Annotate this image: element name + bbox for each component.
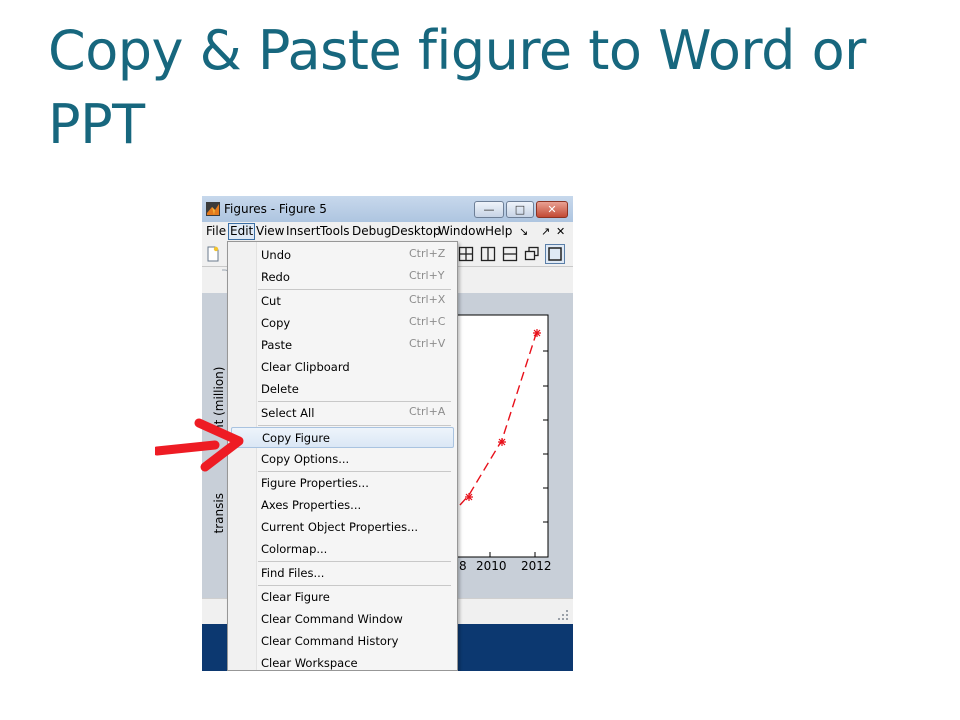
window-title: Figures - Figure 5 bbox=[224, 202, 327, 216]
menu-item-label: Current Object Properties... bbox=[261, 520, 419, 534]
menu-desktop[interactable]: Desktop bbox=[391, 224, 441, 239]
menu-item-shortcut: Ctrl+Z bbox=[409, 247, 446, 260]
menu-item-label: Cut bbox=[261, 294, 281, 308]
x-tick-label: 8 bbox=[459, 559, 467, 573]
menu-item-shortcut: Ctrl+Y bbox=[409, 269, 445, 282]
menu-item-current-object-properties[interactable]: Current Object Properties... bbox=[231, 517, 454, 538]
window-titlebar: Figures - Figure 5 — □ ✕ bbox=[202, 196, 573, 222]
maximize-button[interactable]: □ bbox=[506, 201, 534, 218]
menu-item-clear-figure[interactable]: Clear Figure bbox=[231, 587, 454, 608]
menu-separator bbox=[258, 425, 451, 426]
x-tick-label: 2010 bbox=[476, 559, 507, 573]
x-tick-label: 2012 bbox=[521, 559, 552, 573]
menu-item-copy[interactable]: Copy Ctrl+C bbox=[231, 313, 454, 334]
menu-separator bbox=[258, 561, 451, 562]
menu-item-label: Undo bbox=[261, 248, 292, 262]
float-windows-icon[interactable] bbox=[524, 246, 540, 262]
menu-item-label: Copy Figure bbox=[262, 431, 330, 445]
menu-item-label: Figure Properties... bbox=[261, 476, 369, 490]
menu-item-label: Clear Command Window bbox=[261, 612, 403, 626]
undock-icon[interactable]: ↗ bbox=[541, 224, 550, 239]
matlab-logo-icon bbox=[206, 202, 220, 216]
tile-grid-icon[interactable] bbox=[458, 246, 474, 262]
menu-item-colormap[interactable]: Colormap... bbox=[231, 539, 454, 560]
menu-item-label: Colormap... bbox=[261, 542, 328, 556]
close-icon: ✕ bbox=[547, 203, 557, 216]
menu-separator bbox=[258, 401, 451, 402]
menu-item-select-all[interactable]: Select All Ctrl+A bbox=[231, 403, 454, 424]
menu-separator bbox=[258, 471, 451, 472]
tile-columns-icon[interactable] bbox=[480, 246, 496, 262]
menu-insert[interactable]: Insert bbox=[286, 224, 320, 239]
menubar: File Edit View Insert Tools Debug Deskto… bbox=[202, 222, 573, 243]
minimize-icon: — bbox=[483, 203, 495, 216]
menu-item-shortcut: Ctrl+X bbox=[409, 293, 446, 306]
menu-item-clear-command-history[interactable]: Clear Command History bbox=[231, 631, 454, 652]
menu-edit[interactable]: Edit bbox=[228, 223, 256, 240]
red-pointer-arrow-icon bbox=[155, 418, 244, 472]
menu-item-paste[interactable]: Paste Ctrl+V bbox=[231, 335, 454, 356]
menu-item-label: Clear Command History bbox=[261, 634, 399, 648]
menu-item-figure-properties[interactable]: Figure Properties... bbox=[231, 473, 454, 494]
menu-help[interactable]: Help bbox=[485, 224, 512, 239]
menu-item-shortcut: Ctrl+A bbox=[409, 405, 446, 418]
menu-view[interactable]: View bbox=[256, 224, 284, 239]
menu-item-shortcut: Ctrl+V bbox=[409, 337, 446, 350]
menu-item-label: Copy Options... bbox=[261, 452, 350, 466]
menu-window[interactable]: Window bbox=[438, 224, 485, 239]
menu-item-label: Select All bbox=[261, 406, 315, 420]
menu-separator bbox=[258, 289, 451, 290]
menu-debug[interactable]: Debug bbox=[352, 224, 391, 239]
menu-item-redo[interactable]: Redo Ctrl+Y bbox=[231, 267, 454, 288]
menu-item-cut[interactable]: Cut Ctrl+X bbox=[231, 291, 454, 312]
menu-item-label: Axes Properties... bbox=[261, 498, 362, 512]
slide-title: Copy & Paste figure to Word or PPT bbox=[48, 19, 866, 156]
menu-item-label: Copy bbox=[261, 316, 291, 330]
menu-item-delete[interactable]: Delete bbox=[231, 379, 454, 400]
maximize-icon: □ bbox=[514, 203, 526, 216]
menu-item-undo[interactable]: Undo Ctrl+Z bbox=[231, 245, 454, 266]
close-button[interactable]: ✕ bbox=[536, 201, 568, 218]
menu-item-label: Delete bbox=[261, 382, 299, 396]
menu-item-label: Redo bbox=[261, 270, 290, 284]
matlab-figure-window: Figures - Figure 5 — □ ✕ File Edit View … bbox=[202, 196, 573, 671]
menu-item-axes-properties[interactable]: Axes Properties... bbox=[231, 495, 454, 516]
menu-item-clear-clipboard[interactable]: Clear Clipboard bbox=[231, 357, 454, 378]
resize-grip-icon[interactable] bbox=[557, 609, 569, 621]
menu-item-clear-command-window[interactable]: Clear Command Window bbox=[231, 609, 454, 630]
menu-item-label: Clear Clipboard bbox=[261, 360, 350, 374]
close-figure-icon[interactable]: ✕ bbox=[556, 224, 565, 239]
menu-item-shortcut: Ctrl+C bbox=[409, 315, 446, 328]
menu-item-copy-options[interactable]: Copy Options... bbox=[231, 449, 454, 470]
menu-item-find-files[interactable]: Find Files... bbox=[231, 563, 454, 584]
menu-item-label: Clear Figure bbox=[261, 590, 330, 604]
tile-rows-icon[interactable] bbox=[502, 246, 518, 262]
new-figure-icon[interactable] bbox=[205, 246, 221, 262]
maximize-document-icon[interactable] bbox=[545, 244, 565, 264]
menu-item-label: Paste bbox=[261, 338, 293, 352]
edit-menu-dropdown: Undo Ctrl+Z Redo Ctrl+Y Cut Ctrl+X Copy Ctrl+C P… bbox=[227, 241, 458, 671]
menu-tools[interactable]: Tools bbox=[320, 224, 350, 239]
menu-file[interactable]: File bbox=[206, 224, 226, 239]
dock-icon[interactable]: ↘ bbox=[519, 224, 528, 239]
menu-item-clear-workspace[interactable]: Clear Workspace bbox=[231, 653, 454, 671]
menu-item-copy-figure[interactable]: Copy Figure bbox=[231, 427, 454, 448]
data-point-marker bbox=[533, 329, 541, 337]
menu-item-label: Clear Workspace bbox=[261, 656, 358, 670]
data-point-marker bbox=[465, 493, 473, 501]
data-point-marker bbox=[498, 438, 506, 446]
menu-item-label: Find Files... bbox=[261, 566, 325, 580]
minimize-button[interactable]: — bbox=[474, 201, 504, 218]
menu-separator bbox=[258, 585, 451, 586]
